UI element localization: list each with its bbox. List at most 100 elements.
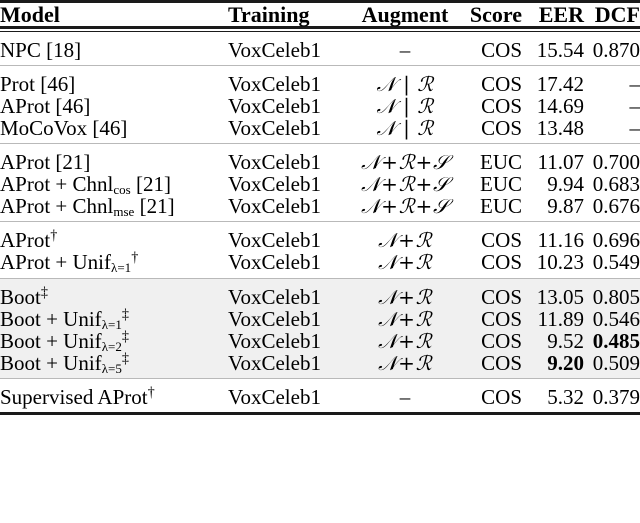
model-name-text: NPC [18] bbox=[0, 38, 82, 63]
cell-eer: 17.42 bbox=[536, 72, 584, 97]
cell-eer: 9.20 bbox=[522, 352, 584, 374]
cell-augment: 𝒩+ℛ bbox=[378, 250, 432, 275]
cell-eer: 13.48 bbox=[536, 116, 584, 141]
table-footer bbox=[0, 412, 640, 416]
table-row: Supervised AProt† VoxCeleb1– COS 5.32 0.379 bbox=[0, 384, 640, 409]
table-row: AProt + Unifλ=1† VoxCeleb1 𝒩+ℛ COS 10.23 0.54… bbox=[0, 250, 640, 276]
cell-score: EUC bbox=[480, 150, 522, 175]
model-superscript-marker: ‡ bbox=[121, 350, 129, 367]
cell-dcf: 0.870 bbox=[592, 38, 640, 63]
cell-training: VoxCeleb1 bbox=[228, 150, 321, 175]
cell-dcf: 0.683 bbox=[592, 172, 640, 197]
cell-augment: 𝒩 | ℛ bbox=[376, 94, 434, 119]
table-row: AProt [21] VoxCeleb1 𝒩+ℛ+𝒮 EUC 11.07 0.700 bbox=[0, 151, 640, 173]
model-superscript-marker: ‡ bbox=[121, 328, 129, 345]
cell-training: VoxCeleb1 bbox=[228, 352, 350, 374]
table-row: AProt [46] VoxCeleb1 𝒩 | ℛ COS 14.69 – bbox=[0, 95, 640, 117]
rule-bottom bbox=[0, 412, 640, 416]
column-header-score: Score bbox=[469, 2, 522, 27]
model-superscript-marker: † bbox=[50, 228, 58, 244]
cell-dcf: 0.696 bbox=[592, 228, 640, 253]
cell-score: COS bbox=[481, 384, 522, 409]
table-row: AProt + Chnlcos [21] VoxCeleb1 𝒩+ℛ+𝒮 EUC 9.9… bbox=[0, 172, 640, 197]
cell-model: Boot + Unifλ=1‡ bbox=[0, 306, 228, 330]
model-name-text: AProt [21] bbox=[0, 150, 91, 175]
cell-eer: 11.89 bbox=[522, 308, 584, 330]
model-superscript-marker: ‡ bbox=[121, 306, 129, 323]
cell-model: Boot + Unifλ=2‡ bbox=[0, 328, 228, 352]
cell-dcf: 0.676 bbox=[592, 194, 640, 219]
cell-dcf: – bbox=[629, 94, 640, 119]
model-citation: [21] bbox=[130, 172, 171, 197]
table-body: NPC [18] VoxCeleb1 – COS 15.54 0.870 Prot [46]… bbox=[0, 32, 640, 414]
cell-training: VoxCeleb1 bbox=[228, 194, 321, 219]
header-row: Model Training Augment Score EER DCF bbox=[0, 3, 640, 28]
cell-augment: 𝒩+ℛ bbox=[350, 329, 460, 352]
cell-eer: 14.69 bbox=[536, 94, 584, 119]
cell-score: EUC bbox=[480, 194, 522, 219]
cell-model: AProt + Chnlmse [21] bbox=[0, 194, 228, 220]
table-row: Boot‡ VoxCeleb1 𝒩+ℛ COS 13.05 0.805 bbox=[0, 284, 640, 309]
table-row: Boot + Unifλ=5‡ VoxCeleb1 𝒩+ℛ COS 9.20 0.509 bbox=[0, 350, 640, 375]
cell-score: COS bbox=[481, 116, 522, 141]
cell-eer: 11.16 bbox=[537, 228, 584, 253]
cell-training: VoxCeleb1 bbox=[228, 330, 350, 352]
column-header-dcf: DCF bbox=[594, 2, 640, 27]
model-name-text: MoCoVox [46] bbox=[0, 116, 128, 141]
cell-dcf: 0.546 bbox=[584, 308, 640, 330]
model-name-text: AProt + Chnl bbox=[0, 194, 114, 219]
model-superscript-marker: † bbox=[147, 384, 155, 401]
cell-model: AProt [21] bbox=[0, 151, 228, 173]
results-table: Model Training Augment Score EER DCF NPC… bbox=[0, 0, 640, 416]
cell-training: VoxCeleb1 bbox=[228, 228, 321, 253]
cell-augment: 𝒩 | ℛ bbox=[376, 72, 434, 97]
table-row: NPC [18] VoxCeleb1 – COS 15.54 0.870 bbox=[0, 39, 640, 61]
cell-training: VoxCeleb1 bbox=[228, 172, 321, 197]
table-row: Boot + Unifλ=2‡ VoxCeleb1 𝒩+ℛ COS 9.52 0.485 bbox=[0, 328, 640, 352]
cell-augment: 𝒩 | ℛ bbox=[376, 116, 434, 141]
cell-training: VoxCeleb1 bbox=[228, 116, 321, 141]
cell-dcf: 0.509 bbox=[584, 352, 640, 374]
table-row: AProt + Chnlmse [21] VoxCeleb1 𝒩+ℛ+𝒮 EUC 9.8… bbox=[0, 194, 640, 220]
cell-score: COS bbox=[481, 94, 522, 119]
cell-score: COS bbox=[481, 228, 522, 253]
model-name-text: Boot + Unif bbox=[0, 350, 102, 375]
cell-model: AProt + Chnlcos [21] bbox=[0, 172, 228, 197]
cell-eer: 9.52 bbox=[522, 330, 584, 352]
cell-training: VoxCeleb1 bbox=[228, 94, 321, 119]
cell-score: EUC bbox=[480, 172, 522, 197]
model-name-text: Prot [46] bbox=[0, 72, 76, 97]
model-subscript: λ=1 bbox=[111, 260, 132, 276]
cell-eer: 10.23 bbox=[536, 250, 584, 275]
model-name-text: AProt + Chnl bbox=[0, 172, 114, 197]
column-header-training: Training bbox=[228, 2, 310, 27]
cell-dcf: 0.700 bbox=[592, 150, 640, 175]
model-name-text: Boot bbox=[0, 284, 41, 309]
results-table-container: Model Training Augment Score EER DCF NPC… bbox=[0, 0, 640, 416]
cell-model: NPC [18] bbox=[0, 39, 228, 61]
model-superscript-marker: † bbox=[131, 250, 139, 267]
cell-model: AProt [46] bbox=[0, 95, 228, 117]
cell-eer: 11.07 bbox=[537, 150, 584, 175]
model-name-text: AProt [46] bbox=[0, 94, 91, 119]
model-subscript: mse bbox=[113, 204, 135, 220]
table-row: Boot + Unifλ=1‡ VoxCeleb1 𝒩+ℛ COS 11.89 0.546 bbox=[0, 306, 640, 330]
cell-dcf: 0.485 bbox=[584, 330, 640, 352]
cell-training: VoxCeleb1 bbox=[228, 384, 321, 409]
cell-score: COS bbox=[481, 72, 522, 97]
cell-eer: 9.94 bbox=[547, 172, 584, 197]
table-row: AProt† VoxCeleb1 𝒩+ℛ COS 11.16 0.696 bbox=[0, 228, 640, 253]
cell-dcf: 0.549 bbox=[592, 250, 640, 275]
cell-eer: 15.54 bbox=[536, 38, 584, 63]
cell-model: AProt + Unifλ=1† bbox=[0, 250, 228, 276]
cell-augment: 𝒩+ℛ+𝒮 bbox=[361, 172, 449, 197]
cell-augment: 𝒩+ℛ bbox=[350, 307, 460, 330]
model-name-text: Supervised AProt bbox=[0, 384, 148, 409]
cell-model: Boot + Unifλ=5‡ bbox=[0, 350, 228, 375]
cell-augment: 𝒩+ℛ bbox=[378, 228, 432, 253]
cell-training: VoxCeleb1 bbox=[228, 38, 321, 63]
cell-model: Supervised AProt† bbox=[0, 384, 228, 409]
table-header: Model Training Augment Score EER DCF bbox=[0, 0, 640, 33]
cell-score: COS bbox=[460, 352, 522, 374]
model-name-text: AProt + Unif bbox=[0, 250, 112, 275]
